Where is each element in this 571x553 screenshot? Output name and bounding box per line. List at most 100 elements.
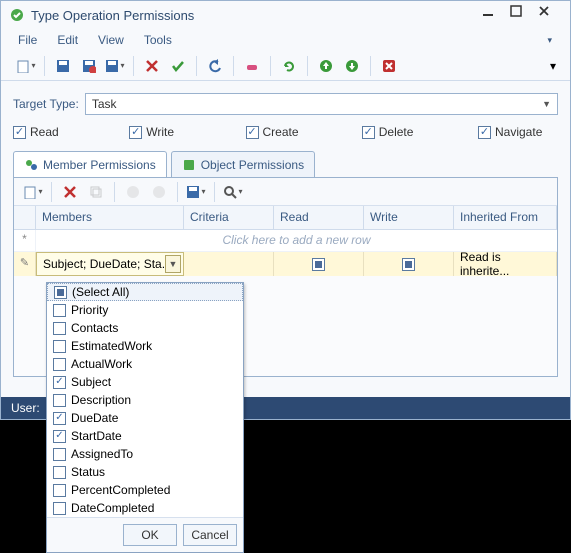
grid-new-button[interactable] (22, 181, 44, 203)
grid-export-button[interactable] (185, 181, 207, 203)
dropdown-option[interactable]: ✓ Subject (47, 373, 243, 391)
dropdown-option-label: (Select All) (72, 285, 129, 299)
new-row-placeholder[interactable]: * Click here to add a new row (14, 230, 557, 252)
dropdown-option[interactable]: PercentCompleted (47, 481, 243, 499)
grid-header: Members Criteria Read Write Inherited Fr… (14, 206, 557, 230)
col-inherited[interactable]: Inherited From (454, 206, 557, 229)
minimize-button[interactable] (482, 5, 506, 25)
col-write[interactable]: Write (364, 206, 454, 229)
dropdown-option[interactable]: AssignedTo (47, 445, 243, 463)
dropdown-option-label: AssignedTo (71, 447, 133, 461)
grid-next-button[interactable] (148, 181, 170, 203)
checkbox-icon (53, 322, 66, 335)
checkbox-icon (53, 358, 66, 371)
menu-overflow[interactable]: ▾ (543, 33, 556, 48)
dropdown-option[interactable]: EstimatedWork (47, 337, 243, 355)
dropdown-option[interactable]: DateCompleted (47, 499, 243, 517)
dropdown-option-label: Priority (71, 303, 108, 317)
down-button[interactable] (341, 55, 363, 77)
checkbox-icon: ✓ (53, 430, 66, 443)
dropdown-option[interactable]: (Select All) (47, 283, 243, 301)
data-row[interactable]: ✎ Subject; DueDate; Sta... ▼ Read is inh… (14, 252, 557, 276)
accept-button[interactable] (167, 55, 189, 77)
write-cell[interactable] (364, 252, 454, 276)
read-checkbox[interactable]: ✓Read (13, 125, 93, 139)
dropdown-option[interactable]: ActualWork (47, 355, 243, 373)
read-cell[interactable] (274, 252, 364, 276)
menu-tools[interactable]: Tools (141, 31, 175, 49)
toolbar-overflow[interactable]: ▾ (550, 59, 556, 73)
ok-button[interactable]: OK (123, 524, 177, 546)
permission-flags-row: ✓Read ✓Write ✓Create ✓Delete ✓Navigate (13, 125, 558, 139)
up-button[interactable] (315, 55, 337, 77)
dropdown-option[interactable]: Status (47, 463, 243, 481)
grid-toolbar (14, 178, 557, 206)
titlebar: Type Operation Permissions (1, 1, 570, 29)
chevron-down-icon: ▼ (542, 99, 551, 109)
members-cell[interactable]: Subject; DueDate; Sta... ▼ (36, 252, 184, 276)
checkbox-icon: ✓ (53, 412, 66, 425)
delete-button[interactable] (141, 55, 163, 77)
dropdown-option-label: DueDate (71, 411, 118, 425)
tab-member-permissions[interactable]: Member Permissions (13, 151, 167, 177)
menu-file[interactable]: File (15, 31, 40, 49)
grid-prev-button[interactable] (122, 181, 144, 203)
dropdown-options: (Select All) Priority Contacts EstimatedWor… (47, 283, 243, 517)
window-title: Type Operation Permissions (31, 8, 478, 23)
dropdown-option-label: StartDate (71, 429, 122, 443)
refresh-button[interactable] (278, 55, 300, 77)
dropdown-option[interactable]: Priority (47, 301, 243, 319)
dropdown-option-label: Description (71, 393, 131, 407)
col-members[interactable]: Members (36, 206, 184, 229)
edit-indicator-icon: ✎ (14, 252, 36, 276)
target-type-label: Target Type: (13, 97, 79, 111)
dropdown-option[interactable]: ✓ DueDate (47, 409, 243, 427)
dropdown-option[interactable]: Description (47, 391, 243, 409)
create-checkbox[interactable]: ✓Create (246, 125, 326, 139)
cancel-button[interactable]: Cancel (183, 524, 237, 546)
criteria-cell[interactable] (184, 252, 274, 276)
checkbox-icon (53, 394, 66, 407)
save-close-button[interactable] (78, 55, 100, 77)
checkbox-icon (53, 340, 66, 353)
target-type-row: Target Type: Task ▼ (13, 93, 558, 115)
col-read[interactable]: Read (274, 206, 364, 229)
close-button[interactable] (538, 5, 562, 25)
dropdown-option-label: Subject (71, 375, 111, 389)
new-button[interactable] (15, 55, 37, 77)
menu-view[interactable]: View (95, 31, 127, 49)
dropdown-option-label: Contacts (71, 321, 118, 335)
dropdown-option-label: DateCompleted (71, 501, 154, 515)
target-type-combo[interactable]: Task ▼ (85, 93, 558, 115)
checkbox-icon: ✓ (53, 376, 66, 389)
write-checkbox[interactable]: ✓Write (129, 125, 209, 139)
dropdown-option-label: Status (71, 465, 105, 479)
dropdown-option-label: ActualWork (71, 357, 132, 371)
menu-edit[interactable]: Edit (54, 31, 81, 49)
checkbox-icon (54, 286, 67, 299)
stop-button[interactable] (378, 55, 400, 77)
tab-object-permissions[interactable]: Object Permissions (171, 151, 315, 177)
col-criteria[interactable]: Criteria (184, 206, 274, 229)
checkbox-icon (53, 502, 66, 515)
members-dropdown-button[interactable]: ▼ (165, 255, 181, 273)
navigate-checkbox[interactable]: ✓Navigate (478, 125, 558, 139)
dropdown-option-label: PercentCompleted (71, 483, 170, 497)
grid-delete-button[interactable] (59, 181, 81, 203)
main-toolbar: ▾ (1, 51, 570, 81)
save-button[interactable] (52, 55, 74, 77)
checkbox-icon (53, 304, 66, 317)
undo-button[interactable] (204, 55, 226, 77)
clear-button[interactable] (241, 55, 263, 77)
checkbox-icon (53, 484, 66, 497)
delete-checkbox[interactable]: ✓Delete (362, 125, 442, 139)
grid-copy-button[interactable] (85, 181, 107, 203)
object-icon (182, 158, 196, 172)
members-dropdown-popup: (Select All) Priority Contacts EstimatedWor… (46, 282, 244, 553)
dropdown-option[interactable]: ✓ StartDate (47, 427, 243, 445)
save-as-button[interactable] (104, 55, 126, 77)
dropdown-option[interactable]: Contacts (47, 319, 243, 337)
grid-search-button[interactable] (222, 181, 244, 203)
status-user: User: (11, 401, 40, 415)
maximize-button[interactable] (510, 5, 534, 25)
